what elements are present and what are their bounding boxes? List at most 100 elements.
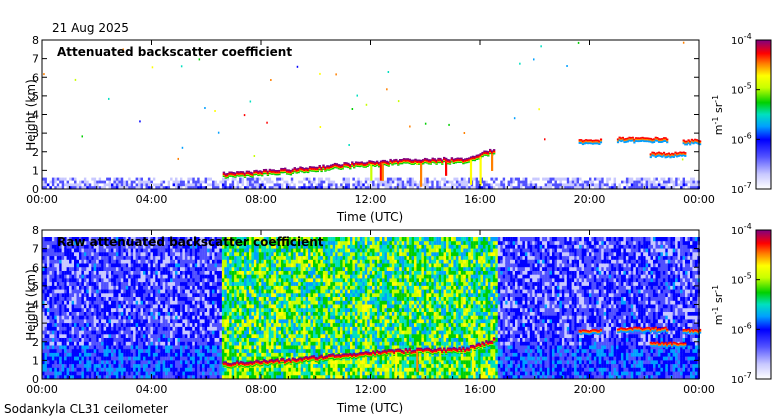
noise-cell — [88, 374, 92, 379]
noise-cell — [103, 259, 107, 264]
noise-cell — [59, 177, 62, 181]
noise-cell — [221, 311, 225, 316]
noise-cell — [135, 180, 139, 184]
noise-cell — [44, 180, 48, 184]
noise-cell — [189, 311, 193, 316]
noise-cell — [106, 274, 109, 279]
noise-cell — [212, 274, 215, 279]
noise-cell — [160, 274, 163, 279]
noise-cell — [165, 359, 168, 365]
noise-cell — [687, 177, 691, 181]
noise-cell — [618, 177, 622, 181]
noise-cell — [687, 183, 691, 187]
noise-cell — [180, 363, 183, 368]
noise-cell — [160, 348, 163, 353]
noise-cell — [340, 177, 343, 181]
noise-cell — [515, 183, 518, 187]
noise-cell — [83, 292, 87, 297]
noise-cell — [630, 177, 634, 181]
noise-cell — [399, 177, 402, 181]
noise-cell — [74, 296, 77, 301]
noise-cell — [56, 300, 60, 305]
noise-cell — [231, 352, 235, 357]
noise-cell — [202, 259, 205, 264]
noise-cell — [140, 296, 144, 301]
noise-cell — [51, 367, 55, 372]
noise-cell — [128, 352, 131, 357]
noise-cell — [120, 337, 124, 342]
noise-cell — [175, 289, 178, 294]
noise-cell — [54, 333, 57, 338]
noise-cell — [88, 345, 92, 350]
noise-cell — [150, 367, 153, 372]
noise-cell — [399, 180, 402, 184]
noise-cell — [106, 300, 109, 305]
noise-cell — [61, 318, 65, 324]
noise-cell — [51, 255, 55, 260]
noise-cell — [271, 183, 274, 187]
noise-cell — [189, 263, 193, 268]
noise-cell — [492, 177, 496, 181]
noise-cell — [106, 345, 109, 350]
noise-cell — [175, 359, 178, 365]
noise-cell — [140, 348, 144, 353]
noise-cell — [61, 296, 65, 301]
noise-cell — [150, 341, 153, 346]
noise-cell — [123, 371, 126, 376]
noise-cell — [81, 285, 84, 290]
noise-cell — [66, 251, 70, 257]
speckle-mark — [463, 132, 466, 134]
noise-cell — [106, 292, 109, 297]
noise-cell — [571, 183, 575, 187]
noise-cell — [66, 180, 70, 184]
noise-cell — [680, 177, 683, 181]
noise-cell — [103, 285, 107, 290]
noise-cell — [189, 330, 193, 335]
noise-cell — [162, 259, 166, 264]
noise-cell — [150, 304, 153, 309]
noise-cell — [54, 341, 57, 346]
noise-cell — [216, 367, 220, 372]
noise-cell — [101, 318, 104, 324]
noise-cell — [74, 341, 77, 346]
noise-cell — [96, 341, 99, 346]
noise-cell — [86, 330, 89, 335]
noise-cell — [88, 337, 92, 342]
noise-cell — [115, 281, 119, 286]
noise-cell — [101, 330, 104, 335]
noise-cell — [130, 304, 134, 309]
noise-cell — [199, 348, 203, 353]
noise-cell — [143, 266, 146, 271]
noise-cell — [342, 180, 346, 184]
noise-cell — [177, 183, 181, 187]
noise-cell — [175, 311, 178, 316]
noise-cell — [64, 337, 67, 342]
noise-cell — [212, 359, 215, 365]
noise-cell — [133, 289, 136, 294]
noise-cell — [69, 277, 72, 283]
noise-cell — [96, 263, 99, 268]
noise-cell — [103, 322, 107, 327]
noise-cell — [44, 352, 48, 357]
noise-cell — [98, 311, 102, 316]
noise-cell — [216, 281, 220, 286]
noise-cell — [133, 371, 136, 376]
noise-cell — [157, 311, 161, 316]
noise-cell — [165, 285, 168, 290]
noise-cell — [187, 251, 190, 257]
cloud-layer-mark — [376, 160, 379, 163]
noise-cell — [194, 337, 198, 342]
noise-cell — [130, 371, 134, 376]
noise-cell — [276, 177, 279, 181]
noise-cell — [86, 333, 89, 338]
noise-cell — [194, 348, 198, 353]
colorbar — [755, 39, 772, 190]
noise-cell — [184, 307, 188, 312]
noise-cell — [216, 348, 220, 353]
noise-cell — [118, 307, 121, 312]
noise-cell — [101, 311, 104, 316]
noise-cell — [103, 371, 107, 376]
noise-cell — [108, 281, 112, 286]
noise-cell — [601, 177, 604, 181]
noise-cell — [352, 177, 355, 181]
